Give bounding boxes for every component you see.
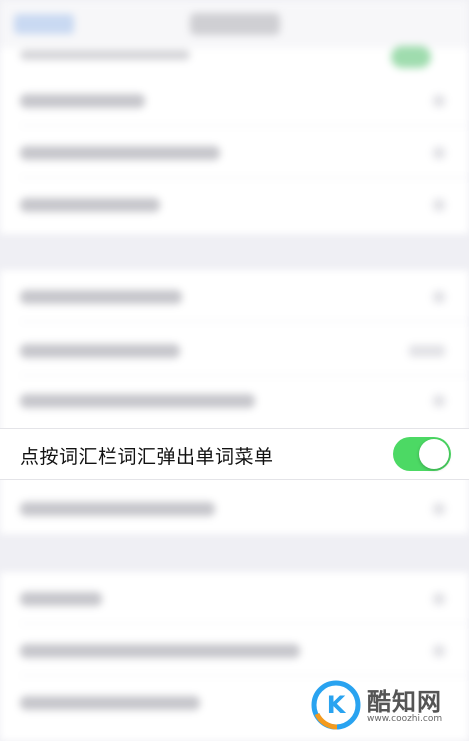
chevron-right-icon <box>433 503 445 515</box>
setting-row-tap-vocab-popup-menu[interactable]: 点按词汇栏词汇弹出单词菜单 <box>0 428 469 480</box>
settings-group-2 <box>0 270 469 534</box>
settings-group-1 <box>0 46 469 234</box>
chevron-right-icon <box>433 199 445 211</box>
chevron-right-icon <box>433 593 445 605</box>
settings-row[interactable] <box>0 178 469 230</box>
chevron-right-icon <box>433 95 445 107</box>
watermark-url: www.coozhi.com <box>367 714 443 724</box>
coozhi-logo-icon: K <box>311 680 361 730</box>
nav-title <box>190 13 280 35</box>
svg-text:K: K <box>327 691 347 719</box>
back-button[interactable] <box>14 14 74 34</box>
settings-row[interactable] <box>0 126 469 178</box>
settings-row[interactable] <box>0 624 469 676</box>
settings-row[interactable] <box>0 572 469 624</box>
toggle-switch[interactable] <box>391 46 431 68</box>
toggle-switch[interactable] <box>393 437 451 471</box>
settings-screen: 点按词汇栏词汇弹出单词菜单 K 酷知网 www.coozhi.com <box>0 0 469 741</box>
settings-row[interactable] <box>0 270 469 322</box>
chevron-right-icon <box>409 345 445 357</box>
settings-row[interactable] <box>0 374 469 426</box>
blurred-background <box>0 0 469 741</box>
toggle-knob <box>419 439 449 469</box>
chevron-right-icon <box>433 395 445 407</box>
watermark-name: 酷知网 <box>367 688 442 716</box>
settings-row[interactable] <box>0 74 469 126</box>
settings-row[interactable] <box>0 324 469 376</box>
settings-row[interactable] <box>0 46 469 70</box>
navigation-bar <box>0 0 469 48</box>
chevron-right-icon <box>433 147 445 159</box>
chevron-right-icon <box>433 291 445 303</box>
settings-row[interactable] <box>0 482 469 534</box>
chevron-right-icon <box>433 645 445 657</box>
watermark: K 酷知网 www.coozhi.com <box>305 678 469 738</box>
setting-label: 点按词汇栏词汇弹出单词菜单 <box>20 446 274 468</box>
